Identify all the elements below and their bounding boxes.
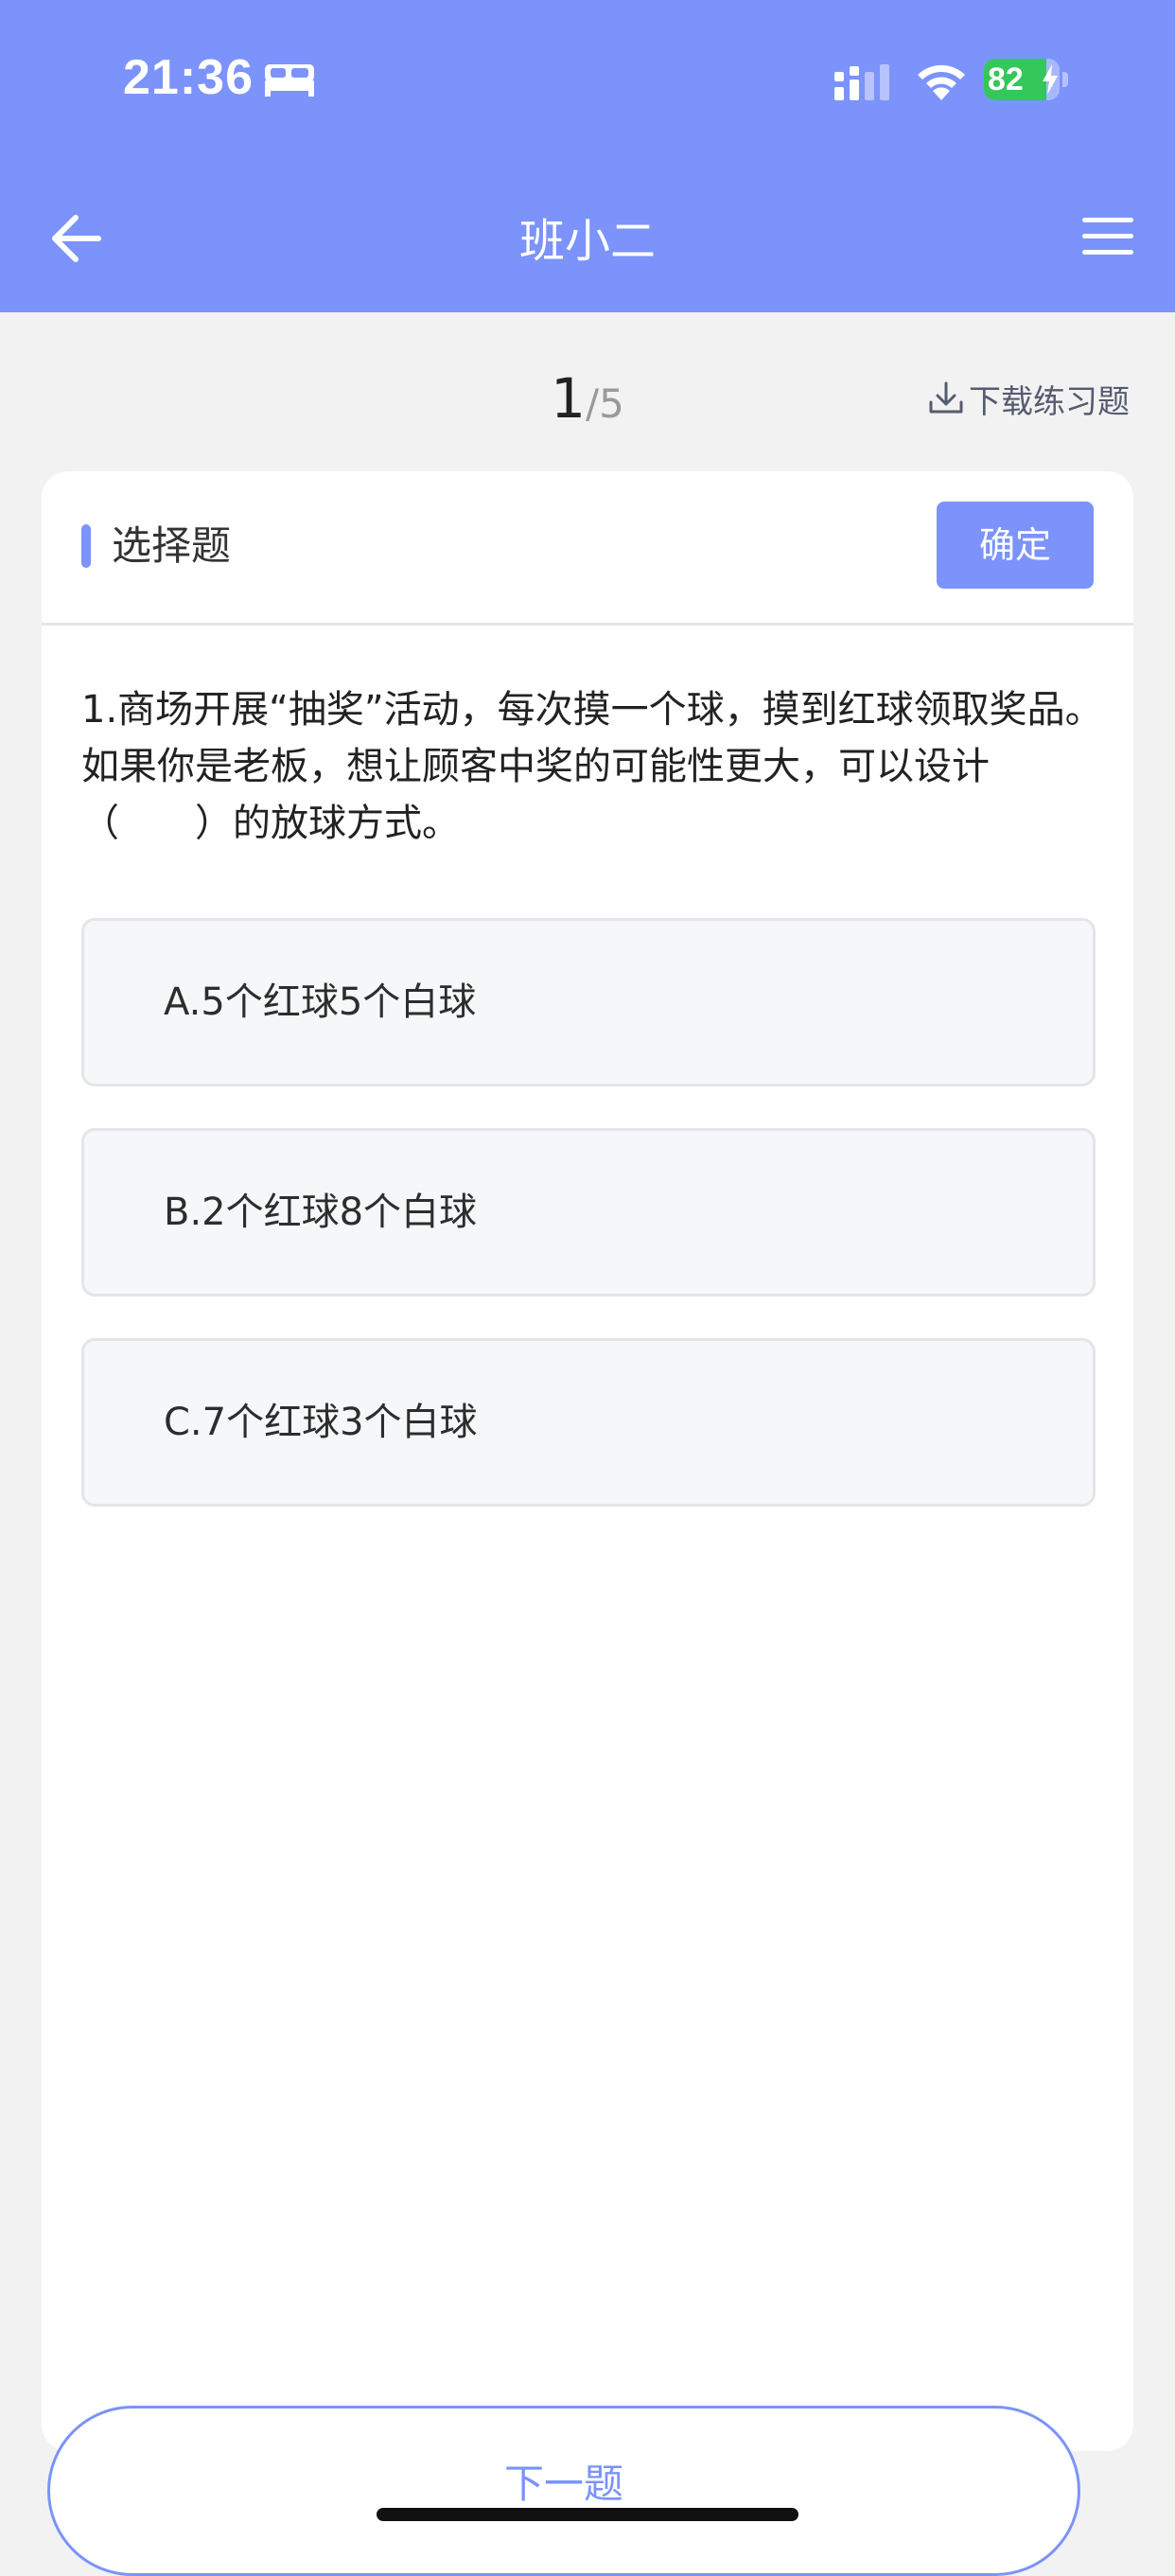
status-time: 21:36: [123, 50, 254, 105]
question-type-label: 选择题: [112, 522, 232, 569]
download-icon: [929, 381, 963, 414]
option-b[interactable]: B.2个红球8个白球: [81, 1128, 1096, 1297]
home-indicator: [377, 2508, 798, 2521]
type-indicator-bar: [81, 524, 91, 568]
cellular-signal-icon: [834, 64, 889, 100]
option-label: B.2个红球8个白球: [164, 1191, 478, 1234]
hamburger-menu-icon[interactable]: [1080, 214, 1135, 259]
option-label: C.7个红球3个白球: [164, 1401, 478, 1444]
next-question-label: 下一题: [503, 2461, 623, 2507]
download-label: 下载练习题: [969, 382, 1130, 421]
confirm-button[interactable]: 确定: [937, 502, 1094, 589]
option-label: A.5个红球5个白球: [164, 980, 477, 1024]
question-card: 选择题 确定 1.商场开展“抽奖”活动，每次摸一个球，摸到红球领取奖品。如果你是…: [42, 471, 1133, 2451]
next-question-button[interactable]: 下一题: [47, 2406, 1080, 2576]
page-title: 班小二: [518, 215, 656, 268]
download-exercises-button[interactable]: 下载练习题: [925, 375, 1130, 422]
battery-level: 82: [988, 62, 1024, 97]
card-header: 选择题 确定: [42, 471, 1133, 626]
progress-current: 1: [551, 366, 587, 431]
charging-bolt-icon: [1043, 64, 1058, 95]
sleep-bed-icon: [265, 64, 314, 97]
app-header: 21:36 82 班小二: [0, 0, 1175, 312]
option-a[interactable]: A.5个红球5个白球: [81, 918, 1096, 1086]
progress-total: /5: [586, 380, 624, 427]
wifi-icon: [918, 64, 965, 100]
option-c[interactable]: C.7个红球3个白球: [81, 1338, 1096, 1507]
question-text: 1.商场开展“抽奖”活动，每次摸一个球，摸到红球领取奖品。如果你是老板，想让顾客…: [81, 688, 1103, 845]
battery-indicator: 82: [984, 59, 1069, 100]
battery-charging-icon: 82: [984, 59, 1060, 100]
